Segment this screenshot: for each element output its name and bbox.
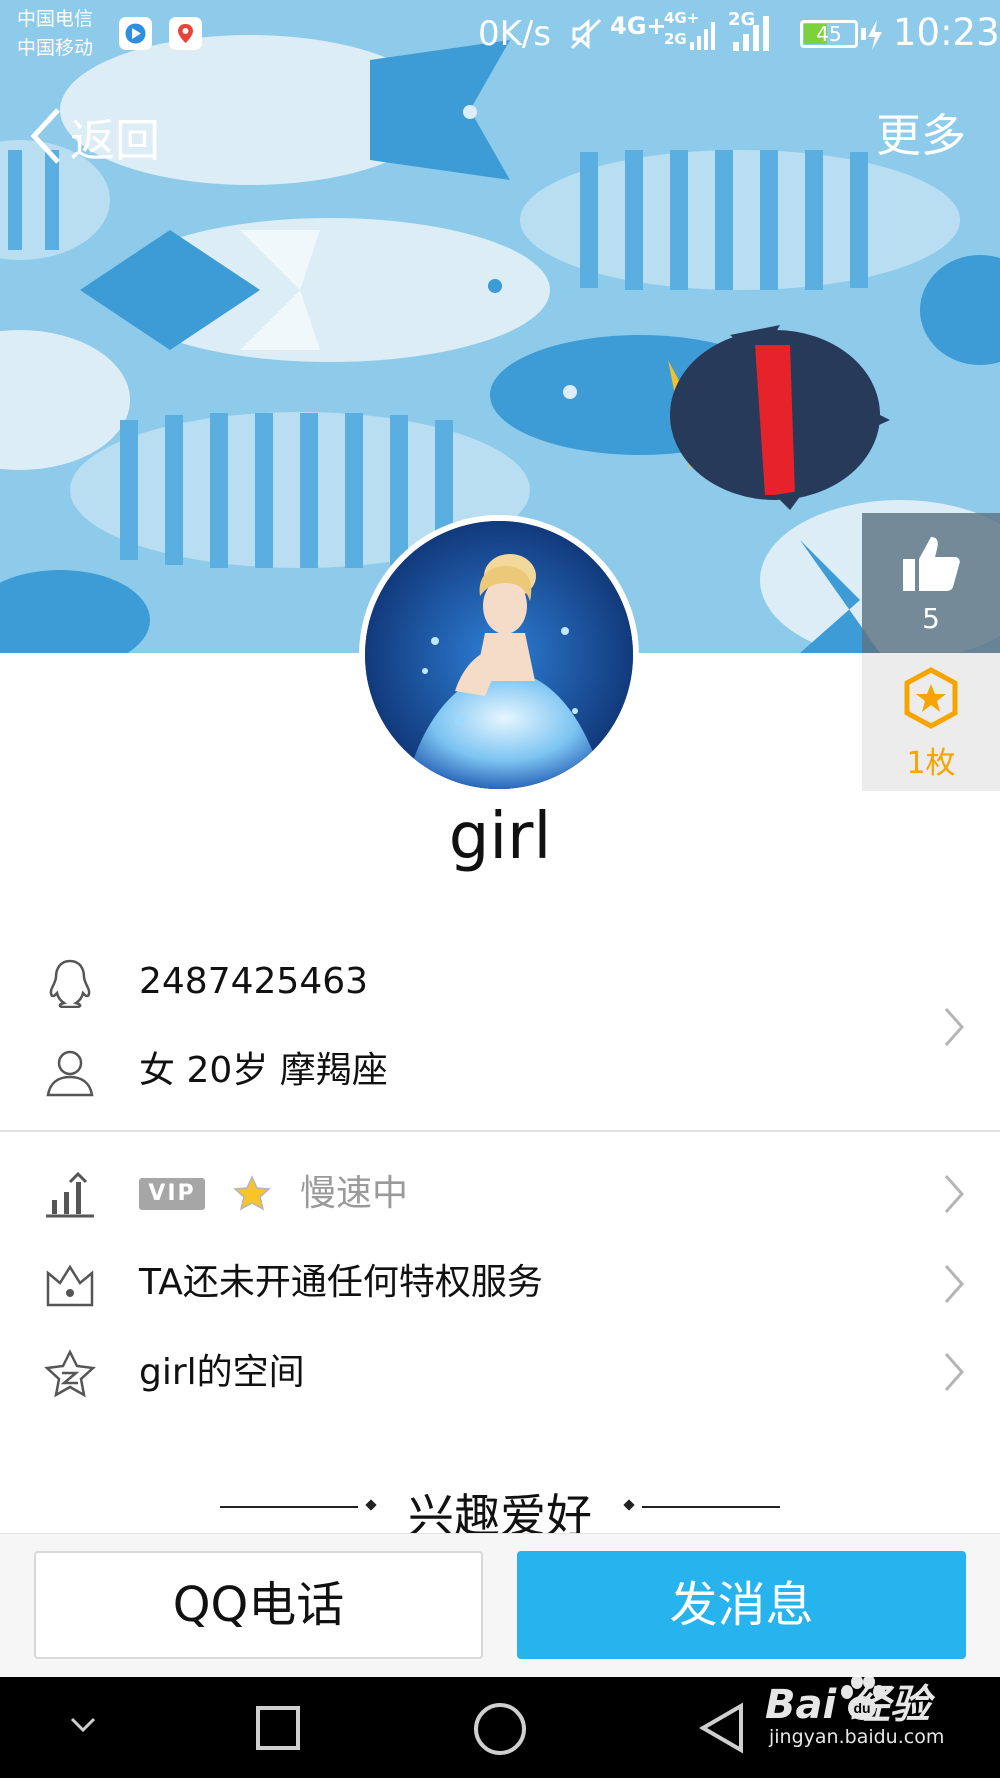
section-divider-line bbox=[642, 1506, 780, 1508]
privilege-row[interactable]: TA还未开通任何特权服务 bbox=[0, 1243, 1000, 1323]
svg-text:du: du bbox=[853, 1700, 870, 1716]
profile-page: 中国电信 中国移动 0K/s 4G+ 4G+ 2G 2G 45 10:23 返回… bbox=[0, 0, 1000, 1778]
qq-call-button[interactable]: QQ电话 bbox=[34, 1551, 483, 1659]
recent-apps-icon[interactable] bbox=[254, 1704, 302, 1752]
thumbs-up-icon bbox=[903, 537, 960, 591]
signal-bars-icon bbox=[690, 22, 715, 50]
mute-icon bbox=[570, 18, 602, 50]
level-chart-icon bbox=[46, 1171, 94, 1218]
crown-icon bbox=[46, 1264, 94, 1307]
collapse-down-icon[interactable] bbox=[68, 1715, 98, 1735]
level-star-icon bbox=[233, 1175, 271, 1211]
divider bbox=[0, 1130, 1000, 1132]
home-icon[interactable] bbox=[472, 1701, 528, 1757]
clock: 10:23 bbox=[893, 11, 1000, 54]
qzone-row[interactable]: girl的空间 bbox=[0, 1333, 1000, 1413]
chevron-right-icon[interactable] bbox=[940, 1005, 968, 1049]
back-button[interactable]: 返回 bbox=[28, 104, 160, 168]
qzone-star-icon bbox=[44, 1349, 96, 1398]
badge-count: 1枚 bbox=[906, 746, 956, 781]
qq-number: 2487425463 bbox=[139, 961, 369, 1002]
nickname: girl bbox=[448, 800, 552, 874]
more-button[interactable]: 更多 bbox=[876, 104, 966, 168]
carrier-primary: 中国电信 bbox=[17, 8, 94, 30]
basic-info-row[interactable]: 女 20岁 摩羯座 bbox=[0, 1031, 1000, 1111]
signal-type-primary: 4G+ bbox=[610, 12, 667, 40]
vip-status: 慢速中 bbox=[300, 1173, 409, 1214]
chevron-right-icon[interactable] bbox=[940, 1172, 968, 1216]
carrier-secondary: 中国移动 bbox=[17, 37, 94, 59]
charging-bolt-icon bbox=[868, 20, 882, 50]
avatar[interactable] bbox=[359, 515, 639, 795]
battery-indicator: 45 bbox=[800, 20, 858, 48]
map-app-notification-icon bbox=[169, 17, 202, 50]
battery-level: 45 bbox=[816, 22, 842, 46]
signal-type-secondary-bottom: 2G bbox=[664, 30, 687, 48]
paw-logo-icon: du bbox=[841, 1675, 885, 1720]
basic-info: 女 20岁 摩羯座 bbox=[139, 1050, 388, 1091]
chevron-right-icon[interactable] bbox=[940, 1350, 968, 1394]
qq-penguin-icon bbox=[49, 959, 91, 1008]
vip-badge: VIP bbox=[139, 1178, 205, 1210]
back-triangle-icon[interactable] bbox=[697, 1701, 747, 1755]
like-count: 5 bbox=[922, 602, 940, 635]
back-label: 返回 bbox=[70, 113, 161, 167]
privilege-text: TA还未开通任何特权服务 bbox=[139, 1262, 543, 1303]
baidu-jingyan-watermark: Bai 经验 du jingyan.baidu.com bbox=[765, 1670, 965, 1770]
qq-number-row[interactable]: 2487425463 bbox=[0, 942, 1000, 1022]
avatar-image bbox=[365, 521, 633, 789]
qzone-text: girl的空间 bbox=[139, 1352, 305, 1393]
status-bar: 中国电信 中国移动 0K/s 4G+ 4G+ 2G 2G 45 10:23 bbox=[0, 0, 1000, 70]
person-icon bbox=[46, 1050, 94, 1097]
chevron-left-icon bbox=[30, 108, 60, 164]
chevron-right-icon[interactable] bbox=[940, 1262, 968, 1306]
signal-bars-icon bbox=[733, 16, 769, 51]
watermark-url: jingyan.baidu.com bbox=[769, 1726, 945, 1748]
network-speed: 0K/s bbox=[478, 14, 552, 54]
star-hexagon-icon bbox=[904, 667, 958, 729]
send-message-button[interactable]: 发消息 bbox=[517, 1551, 966, 1659]
media-app-notification-icon bbox=[119, 17, 152, 50]
